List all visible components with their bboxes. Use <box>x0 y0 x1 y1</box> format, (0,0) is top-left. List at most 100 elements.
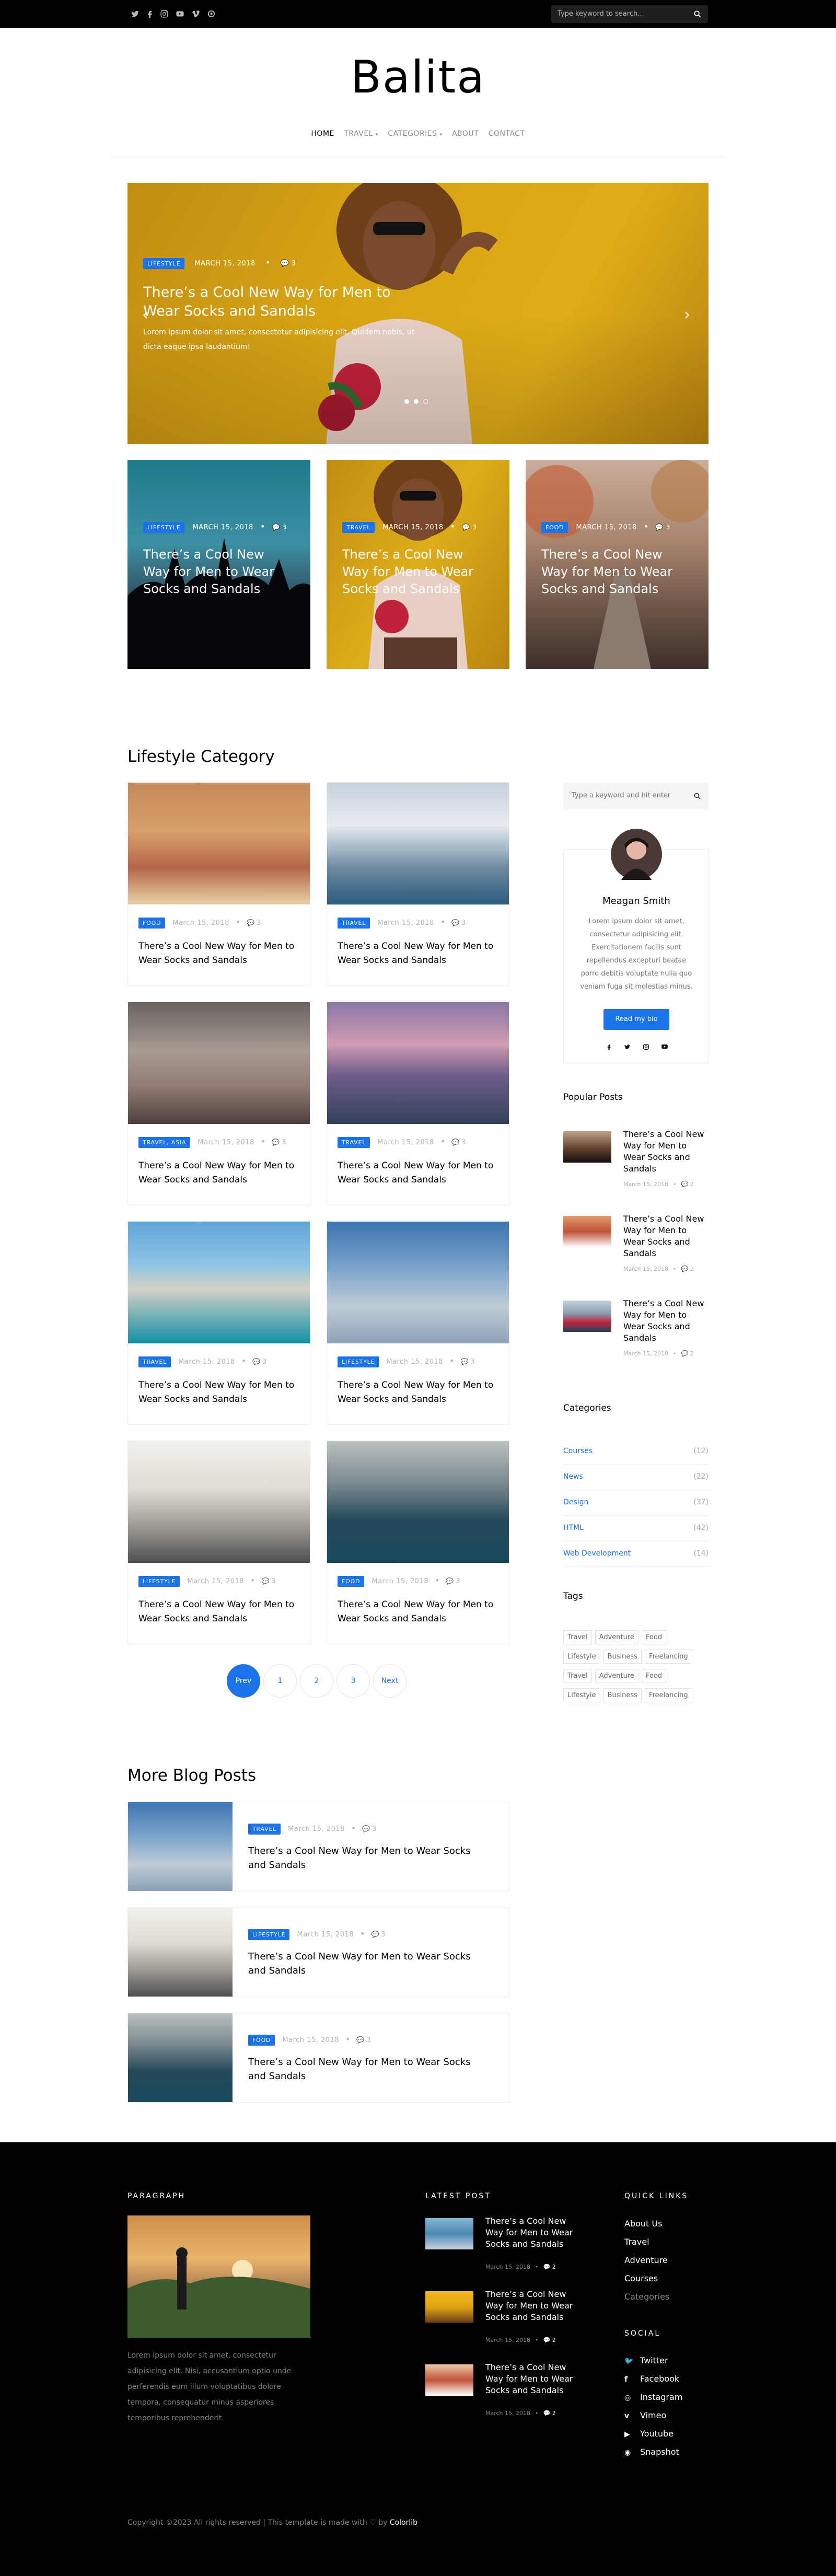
footer-social-label[interactable]: Facebook <box>640 2374 679 2384</box>
footer-latest-image[interactable] <box>425 2364 473 2396</box>
slider-dot-active[interactable] <box>423 399 428 404</box>
colorlib-link[interactable]: Colorlib <box>390 2519 417 2527</box>
tag[interactable]: Travel <box>563 1669 592 1683</box>
nav-travel[interactable]: TRAVEL ▾ <box>344 130 378 138</box>
post-category-badge[interactable]: TRAVEL <box>248 1824 281 1835</box>
popular-post[interactable]: There’s a Cool New Way for Men to Wear S… <box>563 1298 709 1366</box>
sidebar-search-placeholder[interactable]: Type a keyword and hit enter <box>572 792 670 799</box>
tag[interactable]: Freelancing <box>644 1688 692 1702</box>
post-category-badge[interactable]: TRAVEL <box>138 1356 171 1367</box>
post-card[interactable]: FOOD March 15, 2018 • 💬 3 There’s a Cool New… <box>127 782 310 986</box>
more-post-card[interactable]: TRAVEL March 15, 2018 • 💬 3 There’s a Cool N… <box>127 1802 509 1892</box>
post-category-badge[interactable]: FOOD <box>248 2035 275 2046</box>
popular-post[interactable]: There’s a Cool New Way for Men to Wear S… <box>563 1213 709 1281</box>
more-post-title[interactable]: There’s a Cool New Way for Men to Wear S… <box>248 1950 489 1978</box>
top-search-field[interactable]: Type keyword to search... <box>551 5 708 23</box>
tag[interactable]: Food <box>641 1630 667 1644</box>
featured-title[interactable]: There’s a Cool New Way for Men to Wear S… <box>143 546 295 598</box>
tag[interactable]: Business <box>603 1650 642 1664</box>
popular-post-image[interactable] <box>563 1131 611 1163</box>
hero-title[interactable]: There’s a Cool New Way for Men to Wear S… <box>143 283 415 321</box>
footer-latest-post[interactable]: There’s a Cool New Way for Men to Wear S… <box>425 2215 593 2278</box>
post-category-badge[interactable]: TRAVEL <box>338 1137 370 1148</box>
pagination-page-2[interactable]: 2 <box>300 1664 333 1698</box>
category-name[interactable]: Courses <box>563 1447 593 1455</box>
pagination-page-1[interactable]: 1 <box>263 1664 297 1698</box>
instagram-icon[interactable] <box>157 6 171 21</box>
post-title[interactable]: There’s a Cool New Way for Men to Wear S… <box>138 939 300 968</box>
featured-title[interactable]: There’s a Cool New Way for Men to Wear S… <box>342 546 494 598</box>
popular-post[interactable]: There’s a Cool New Way for Men to Wear S… <box>563 1129 709 1197</box>
footer-social-link[interactable]: f Facebook <box>624 2374 679 2384</box>
tag[interactable]: Adventure <box>595 1669 638 1683</box>
post-category-badge[interactable]: TRAVEL <box>338 918 370 929</box>
post-image[interactable] <box>327 783 509 904</box>
tag[interactable]: Travel <box>563 1630 592 1644</box>
popular-post-title[interactable]: There’s a Cool New Way for Men to Wear S… <box>623 1213 709 1259</box>
tag[interactable]: Lifestyle <box>563 1688 600 1702</box>
popular-post-image[interactable] <box>563 1216 611 1247</box>
pagination-next[interactable]: Next <box>373 1664 407 1698</box>
footer-social-label[interactable]: Twitter <box>640 2355 668 2365</box>
post-category-badge[interactable]: FOOD <box>338 1576 365 1587</box>
nav-categories-label[interactable]: CATEGORIES <box>388 130 437 138</box>
tag[interactable]: Business <box>603 1688 642 1702</box>
category-item[interactable]: HTML (42) <box>563 1516 709 1541</box>
post-category-badge[interactable]: LIFESTYLE <box>138 1576 180 1587</box>
footer-social-link[interactable]: ◎ Instagram <box>624 2392 682 2402</box>
featured-card[interactable]: LIFESTYLE MARCH 15, 2018 • 💬 3 There’s a… <box>127 460 310 669</box>
featured-category-badge[interactable]: LIFESTYLE <box>143 522 185 533</box>
post-card[interactable]: TRAVEL, ASIA March 15, 2018 • 💬 3 There’s a … <box>127 1002 310 1205</box>
category-name[interactable]: HTML <box>563 1524 584 1532</box>
youtube-icon[interactable] <box>172 6 187 21</box>
post-image[interactable] <box>128 1441 310 1563</box>
more-post-card[interactable]: LIFESTYLE March 15, 2018 • 💬 3 There’s a Coo… <box>127 1907 509 1997</box>
category-item[interactable]: News (22) <box>563 1465 709 1490</box>
footer-social-link[interactable]: ◉ Snapshot <box>624 2447 679 2457</box>
slider-dot[interactable] <box>414 399 419 404</box>
footer-latest-post[interactable]: There’s a Cool New Way for Men to Wear S… <box>425 2289 593 2351</box>
instagram-icon[interactable] <box>643 1043 649 1050</box>
footer-quick-link[interactable]: About Us <box>624 2219 662 2229</box>
post-card[interactable]: LIFESTYLE March 15, 2018 • 💬 3 There’s a Coo… <box>327 1221 509 1425</box>
facebook-icon[interactable] <box>142 6 157 21</box>
post-card[interactable]: LIFESTYLE March 15, 2018 • 💬 3 There’s a Coo… <box>127 1441 310 1644</box>
hero-category-badge[interactable]: LIFESTYLE <box>143 258 185 269</box>
footer-social-label[interactable]: Snapshot <box>640 2447 679 2457</box>
footer-latest-image[interactable] <box>425 2291 473 2323</box>
more-post-image[interactable] <box>128 2013 233 2102</box>
more-post-title[interactable]: There’s a Cool New Way for Men to Wear S… <box>248 2055 489 2083</box>
featured-card[interactable]: FOOD MARCH 15, 2018 • 💬 3 There’s a Cool… <box>526 460 709 669</box>
category-name[interactable]: Web Development <box>563 1549 631 1558</box>
post-category-badge[interactable]: FOOD <box>138 918 166 929</box>
more-post-title[interactable]: There’s a Cool New Way for Men to Wear S… <box>248 1844 489 1872</box>
post-card[interactable]: TRAVEL March 15, 2018 • 💬 3 There’s a Cool N… <box>327 1002 509 1205</box>
post-title[interactable]: There’s a Cool New Way for Men to Wear S… <box>338 1378 500 1407</box>
post-title[interactable]: There’s a Cool New Way for Men to Wear S… <box>338 939 500 968</box>
more-post-image[interactable] <box>128 1802 233 1891</box>
sidebar-search[interactable]: Type a keyword and hit enter <box>563 783 709 809</box>
hero-slider[interactable]: LIFESTYLE MARCH 15, 2018 • 💬 3 There’s a… <box>127 183 709 444</box>
category-item[interactable]: Design (37) <box>563 1491 709 1516</box>
nav-travel-label[interactable]: TRAVEL <box>344 130 373 138</box>
popular-post-title[interactable]: There’s a Cool New Way for Men to Wear S… <box>623 1129 709 1175</box>
twitter-icon[interactable] <box>624 1043 631 1050</box>
post-card[interactable]: FOOD March 15, 2018 • 💬 3 There’s a Cool New… <box>327 1441 509 1644</box>
nav-categories[interactable]: CATEGORIES ▾ <box>388 130 442 138</box>
post-card[interactable]: TRAVEL March 15, 2018 • 💬 3 There’s a Cool N… <box>327 782 509 986</box>
read-bio-button[interactable]: Read my bio <box>603 1009 669 1030</box>
footer-quick-link[interactable]: Categories <box>624 2292 669 2302</box>
post-image[interactable] <box>128 783 310 904</box>
post-title[interactable]: There’s a Cool New Way for Men to Wear S… <box>138 1159 300 1187</box>
category-name[interactable]: News <box>563 1472 583 1481</box>
slider-next-arrow[interactable]: › <box>684 306 690 324</box>
tag[interactable]: Food <box>641 1669 667 1683</box>
post-image[interactable] <box>327 1002 509 1124</box>
footer-social-link[interactable]: 🐦 Twitter <box>624 2355 668 2365</box>
more-post-image[interactable] <box>128 1908 233 1997</box>
post-image[interactable] <box>128 1002 310 1124</box>
nav-home[interactable]: HOME <box>311 130 334 138</box>
post-category-badge[interactable]: LIFESTYLE <box>338 1356 379 1367</box>
category-item[interactable]: Courses (12) <box>563 1440 709 1465</box>
facebook-icon[interactable] <box>606 1043 612 1050</box>
